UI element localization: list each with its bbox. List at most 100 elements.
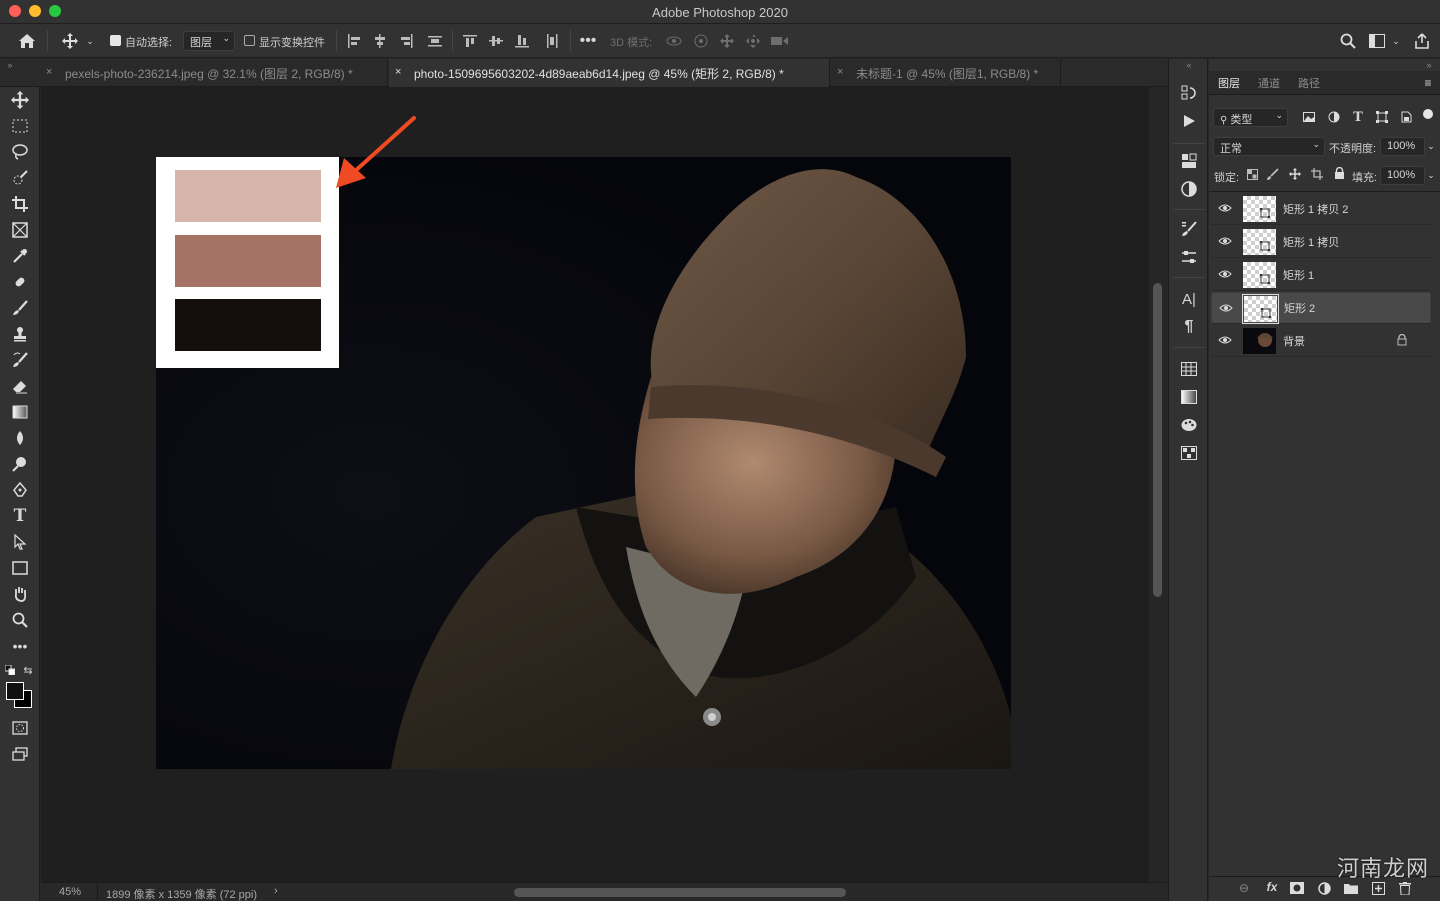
visibility-eye-icon[interactable] (1218, 269, 1232, 282)
distribute-vertical-icon[interactable] (543, 32, 561, 50)
patterns-palette-icon[interactable] (1178, 415, 1200, 435)
search-icon[interactable] (1338, 31, 1358, 51)
chevron-down-icon[interactable]: ⌄ (1425, 168, 1437, 182)
lock-position-icon[interactable] (1288, 167, 1302, 181)
layer-row[interactable]: 背景 (1211, 325, 1431, 357)
screen-mode-icon[interactable] (8, 743, 32, 765)
tab-channels[interactable]: 通道 (1258, 75, 1280, 91)
lock-all-icon[interactable] (1332, 166, 1346, 180)
lock-transparent-icon[interactable] (1245, 167, 1259, 181)
opacity-input[interactable]: 100% (1380, 137, 1425, 156)
distribute-icon[interactable] (426, 32, 444, 50)
swap-colors-icon[interactable]: ⇆ (22, 664, 34, 677)
marquee-tool-icon[interactable] (8, 115, 32, 137)
zoom-level[interactable]: 45% (59, 886, 81, 898)
patterns-panel-icon[interactable] (1178, 443, 1200, 463)
visibility-eye-icon[interactable] (1218, 236, 1232, 249)
workspace-icon[interactable] (1367, 31, 1387, 51)
tool-presets-icon[interactable] (1178, 247, 1200, 267)
path-selection-icon[interactable] (8, 531, 32, 553)
layer-row[interactable]: 矩形 1 拷贝 2 (1211, 193, 1431, 225)
close-tab-icon[interactable]: × (46, 66, 52, 78)
healing-brush-icon[interactable] (8, 271, 32, 293)
collapse-panel-icon[interactable]: » (4, 59, 16, 71)
link-layers-icon[interactable]: ⊖ (1236, 880, 1252, 896)
visibility-eye-icon[interactable] (1218, 203, 1232, 216)
document-canvas[interactable] (156, 157, 1011, 769)
clone-stamp-icon[interactable] (8, 323, 32, 345)
swatch-dusty-rose[interactable] (175, 235, 321, 287)
fill-input[interactable]: 100% (1380, 166, 1425, 185)
chevron-down-icon[interactable]: ⌄ (1425, 139, 1437, 153)
3d-roll-icon[interactable] (692, 32, 710, 50)
frame-tool-icon[interactable] (8, 219, 32, 241)
move-tool-icon[interactable] (8, 89, 32, 111)
collapse-panel-icon[interactable]: » (1423, 59, 1435, 71)
adjustments-icon[interactable] (1178, 179, 1200, 199)
rectangle-tool-icon[interactable] (8, 557, 32, 579)
home-icon[interactable] (16, 31, 38, 51)
align-bottom-icon[interactable] (513, 32, 531, 50)
eyedropper-icon[interactable] (8, 245, 32, 267)
quick-mask-icon[interactable] (8, 717, 32, 739)
close-tab-icon[interactable]: × (837, 66, 843, 78)
lock-pixels-icon[interactable] (1266, 167, 1280, 181)
close-tab-icon[interactable]: × (395, 66, 401, 78)
panel-menu-icon[interactable]: ≡ (1421, 76, 1435, 90)
3d-orbit-icon[interactable] (665, 32, 683, 50)
align-left-icon[interactable] (345, 32, 363, 50)
swatches-panel-icon[interactable] (1178, 359, 1200, 379)
3d-camera-icon[interactable] (770, 32, 790, 50)
filter-smart-object-icon[interactable] (1398, 109, 1414, 125)
visibility-eye-icon[interactable] (1218, 335, 1232, 348)
filter-adjustment-icon[interactable] (1326, 109, 1342, 125)
default-colors-icon[interactable] (5, 665, 15, 675)
dodge-tool-icon[interactable] (8, 453, 32, 475)
status-menu-arrow[interactable]: › (274, 885, 278, 897)
3d-slide-icon[interactable] (744, 32, 762, 50)
vertical-scrollbar[interactable] (1149, 87, 1167, 882)
history-panel-icon[interactable] (1178, 83, 1200, 103)
crop-tool-icon[interactable] (8, 193, 32, 215)
brush-tool-icon[interactable] (8, 297, 32, 319)
tab-layers[interactable]: 图层 (1218, 75, 1240, 91)
tab-document-1[interactable]: × pexels-photo-236214.jpeg @ 32.1% (图层 2… (40, 59, 388, 87)
layer-filter-dropdown[interactable]: ⚲ 类型 ⌄ (1213, 108, 1288, 127)
brush-settings-icon[interactable] (1178, 219, 1200, 239)
gradients-panel-icon[interactable] (1178, 387, 1200, 407)
layer-row[interactable]: 矩形 1 (1211, 259, 1431, 291)
filter-shape-icon[interactable] (1374, 109, 1390, 125)
layer-row-selected[interactable]: 矩形 2 (1211, 292, 1431, 324)
add-mask-icon[interactable] (1289, 880, 1305, 896)
blend-mode-dropdown[interactable]: 正常 ⌄ (1213, 137, 1325, 156)
layer-row[interactable]: 矩形 1 拷贝 (1211, 226, 1431, 258)
filter-toggle[interactable] (1423, 109, 1433, 119)
lock-artboard-icon[interactable] (1310, 167, 1324, 181)
tab-document-3[interactable]: × 未标题-1 @ 45% (图层1, RGB/8) * (831, 59, 1061, 87)
align-vcenter-icon[interactable] (487, 32, 505, 50)
collapse-panel-icon[interactable]: « (1183, 59, 1195, 71)
zoom-tool-icon[interactable] (8, 609, 32, 631)
horizontal-scrollbar-thumb[interactable] (514, 888, 846, 897)
pen-tool-icon[interactable] (8, 479, 32, 501)
new-adjustment-icon[interactable] (1316, 880, 1332, 896)
filter-pixel-icon[interactable] (1301, 109, 1317, 125)
more-tools-icon[interactable]: ••• (8, 635, 32, 657)
eraser-tool-icon[interactable] (8, 375, 32, 397)
3d-pan-icon[interactable] (718, 32, 736, 50)
filter-type-icon[interactable]: T (1350, 109, 1366, 125)
vertical-scrollbar-thumb[interactable] (1153, 283, 1162, 597)
move-tool-icon[interactable] (60, 31, 80, 51)
tab-document-2[interactable]: × photo-1509695603202-4d89aeab6d14.jpeg … (389, 59, 830, 87)
visibility-eye-icon[interactable] (1219, 303, 1233, 316)
color-palette-card[interactable] (156, 157, 339, 368)
show-transform-checkbox[interactable] (244, 35, 255, 46)
auto-select-checkbox[interactable] (110, 35, 121, 46)
libraries-icon[interactable] (1178, 151, 1200, 171)
tab-paths[interactable]: 路径 (1298, 75, 1320, 91)
swatch-near-black[interactable] (175, 299, 321, 351)
gradient-tool-icon[interactable] (8, 401, 32, 423)
chevron-down-icon[interactable]: ⌄ (1390, 34, 1402, 48)
swatch-light-pink[interactable] (175, 170, 321, 222)
character-panel-icon[interactable]: A| (1178, 289, 1200, 309)
